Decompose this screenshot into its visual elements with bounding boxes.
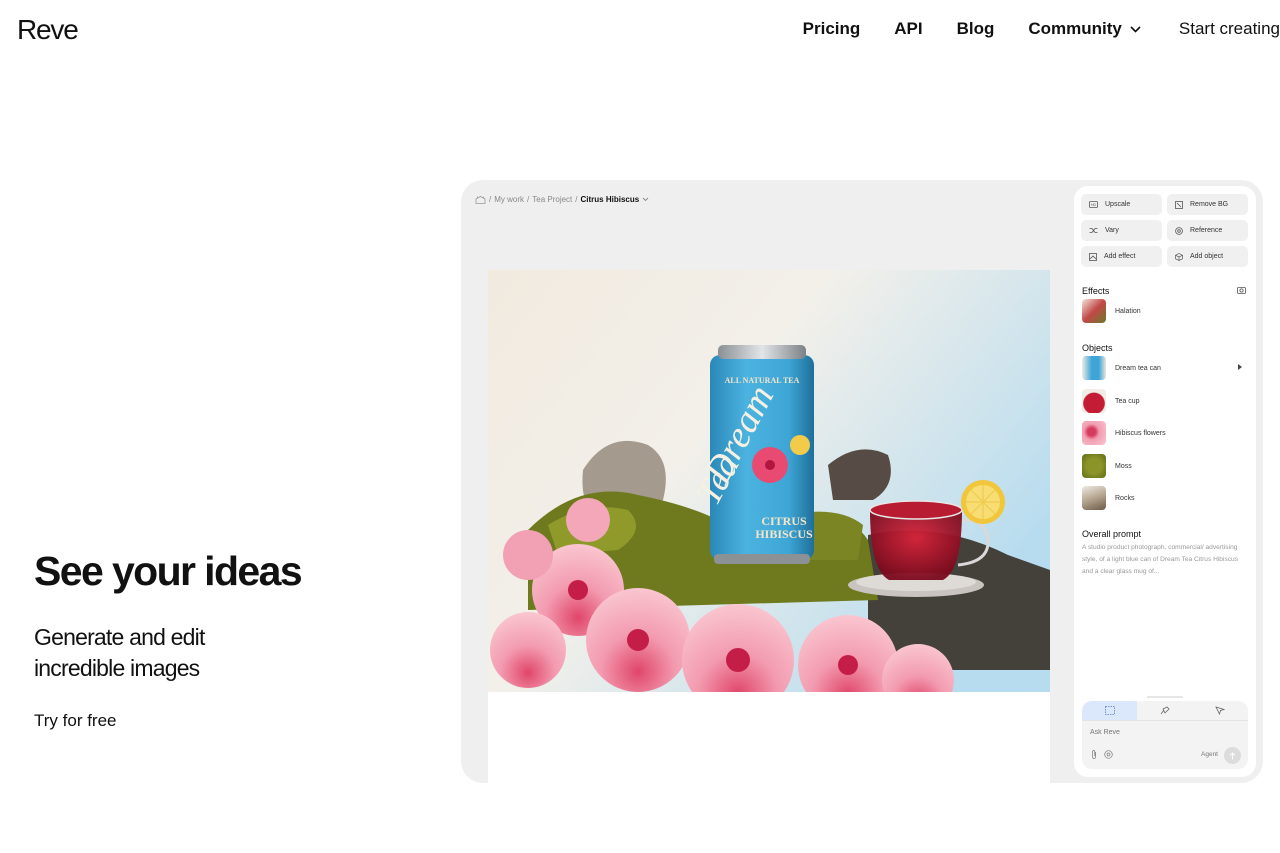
- effect-item-halation[interactable]: Halation: [1082, 298, 1248, 324]
- pointer-mode-tab[interactable]: [1193, 701, 1248, 720]
- remove-bg-icon: [1175, 200, 1183, 209]
- hero-title: See your ideas: [34, 548, 303, 594]
- add-object-button[interactable]: Add object: [1167, 246, 1248, 267]
- can-flavor-text: CITRUS: [761, 514, 807, 528]
- camera-icon[interactable]: [1237, 286, 1246, 294]
- effect-item-label: Halation: [1115, 307, 1141, 315]
- app-preview: / My work / Tea Project / Citrus Hibiscu…: [461, 180, 1263, 783]
- reference-button[interactable]: Reference: [1167, 220, 1248, 241]
- object-item-moss[interactable]: Moss: [1082, 453, 1248, 479]
- svg-text:HD: HD: [1091, 203, 1097, 207]
- object-item-rocks[interactable]: Rocks: [1082, 485, 1248, 511]
- overall-prompt-text[interactable]: A studio product photograph, commercial/…: [1082, 542, 1250, 578]
- object-item-tea-cup[interactable]: Tea cup: [1082, 388, 1248, 414]
- breadcrumb: / My work / Tea Project / Citrus Hibiscu…: [475, 195, 649, 204]
- breadcrumb-current[interactable]: Citrus Hibiscus: [581, 195, 640, 204]
- overall-prompt-heading: Overall prompt: [1082, 529, 1142, 539]
- halation-thumbnail: [1082, 299, 1106, 323]
- cursor-icon: [1215, 706, 1226, 715]
- upscale-icon: HD: [1089, 201, 1098, 208]
- vary-label: Vary: [1105, 227, 1119, 234]
- ask-reve-input[interactable]: [1090, 729, 1230, 736]
- top-nav: Pricing API Blog Community Start creatin…: [803, 19, 1280, 39]
- can-flavor-text-2: HIBISCUS: [755, 527, 813, 541]
- mention-icon[interactable]: [1104, 750, 1113, 759]
- reve-logo[interactable]: Reve: [17, 14, 79, 46]
- effect-icon: [1089, 252, 1097, 261]
- try-for-free-link[interactable]: Try for free: [34, 711, 117, 731]
- upscale-button[interactable]: HD Upscale: [1081, 194, 1162, 215]
- nav-api-link[interactable]: API: [894, 19, 922, 39]
- mode-tabs: [1082, 701, 1248, 721]
- breadcrumb-project[interactable]: Tea Project: [532, 195, 572, 204]
- arrow-up-icon: [1229, 751, 1236, 759]
- generated-image[interactable]: ALL NATURAL TEA Dream Tea CITRUS HIBISCU…: [488, 270, 1050, 693]
- hero-subtitle-line-1: Generate and edit: [34, 624, 205, 650]
- object-item-label: Tea cup: [1115, 397, 1140, 405]
- reference-label: Reference: [1190, 227, 1223, 234]
- dream-tea-can-thumbnail: [1082, 356, 1106, 380]
- nav-community-dropdown[interactable]: Community: [1028, 19, 1141, 39]
- marquee-select-icon: [1104, 706, 1115, 715]
- object-item-label: Moss: [1115, 462, 1132, 470]
- brush-mode-tab[interactable]: [1137, 701, 1192, 720]
- add-effect-label: Add effect: [1104, 253, 1136, 260]
- agent-toggle[interactable]: Agent: [1201, 751, 1218, 758]
- object-item-label: Rocks: [1115, 494, 1135, 502]
- nav-pricing-link[interactable]: Pricing: [803, 19, 861, 39]
- can-top-text: ALL NATURAL TEA: [725, 376, 800, 385]
- shuffle-icon: [1089, 228, 1098, 233]
- at-icon: [1175, 226, 1183, 235]
- tool-grid: HD Upscale Remove BG Vary Reference Add …: [1081, 194, 1248, 267]
- edit-panel: HD Upscale Remove BG Vary Reference Add …: [1074, 186, 1256, 777]
- upscale-label: Upscale: [1105, 201, 1131, 208]
- ask-composer: Agent: [1082, 701, 1248, 769]
- add-effect-button[interactable]: Add effect: [1081, 246, 1162, 267]
- add-object-label: Add object: [1190, 253, 1224, 260]
- attach-icon[interactable]: [1090, 750, 1098, 759]
- hero-subtitle-line-2: incredible images: [34, 655, 200, 681]
- object-item-hibiscus-flowers[interactable]: Hibiscus flowers: [1082, 420, 1248, 446]
- hero-subtitle: Generate and edit incredible images: [34, 622, 294, 684]
- moss-thumbnail: [1082, 454, 1106, 478]
- chevron-down-icon[interactable]: [642, 197, 649, 202]
- breadcrumb-my-work[interactable]: My work: [494, 195, 524, 204]
- remove-bg-button[interactable]: Remove BG: [1167, 194, 1248, 215]
- remove-bg-label: Remove BG: [1190, 201, 1229, 208]
- hibiscus-flowers-thumbnail: [1082, 421, 1106, 445]
- expand-arrow-icon[interactable]: [1238, 364, 1242, 370]
- object-item-dream-tea-can[interactable]: Dream tea can: [1082, 355, 1248, 381]
- resize-handle[interactable]: [1147, 696, 1183, 698]
- canvas-background: [488, 692, 1050, 783]
- breadcrumb-separator: /: [527, 195, 530, 204]
- object-item-label: Hibiscus flowers: [1115, 429, 1166, 437]
- effects-heading: Effects: [1082, 286, 1110, 296]
- objects-heading: Objects: [1082, 343, 1113, 353]
- breadcrumb-separator: /: [575, 195, 578, 204]
- object-item-label: Dream tea can: [1115, 364, 1161, 372]
- chevron-down-icon: [1130, 25, 1141, 33]
- vary-button[interactable]: Vary: [1081, 220, 1162, 241]
- nav-community-label: Community: [1028, 19, 1122, 38]
- start-creating-link[interactable]: Start creating: [1179, 19, 1280, 39]
- brush-icon: [1160, 706, 1170, 715]
- composer-icons: [1090, 750, 1113, 759]
- send-button[interactable]: [1224, 747, 1241, 764]
- tea-cup-thumbnail: [1082, 389, 1106, 413]
- home-icon[interactable]: [475, 195, 486, 204]
- breadcrumb-separator: /: [489, 195, 492, 204]
- cube-icon: [1175, 252, 1183, 261]
- nav-blog-link[interactable]: Blog: [957, 19, 995, 39]
- rocks-thumbnail: [1082, 486, 1106, 510]
- select-mode-tab[interactable]: [1082, 701, 1138, 720]
